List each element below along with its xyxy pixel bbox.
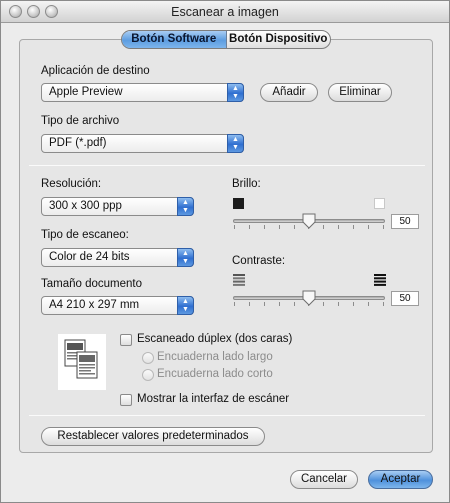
light-square-icon (374, 198, 385, 209)
resolution-select[interactable]: 300 x 300 ppp ▲ ▼ (41, 197, 194, 216)
popup-arrows-icon: ▲ ▼ (177, 296, 194, 315)
file-type-value: PDF (*.pdf) (49, 137, 107, 149)
title-bar: Escanear a imagen (1, 1, 449, 23)
add-button[interactable]: Añadir (260, 83, 318, 102)
short-edge-label: Encuaderna lado corto (157, 368, 273, 380)
popup-arrows-icon: ▲ ▼ (227, 134, 244, 153)
brightness-label: Brillo: (232, 178, 261, 190)
scan-type-select[interactable]: Color de 24 bits ▲ ▼ (41, 248, 194, 267)
scan-type-label: Tipo de escaneo: (41, 229, 129, 241)
contrast-label: Contraste: (232, 255, 286, 267)
resolution-label: Resolución: (41, 178, 102, 190)
duplex-label: Escaneado dúplex (dos caras) (137, 333, 293, 345)
window-title: Escanear a imagen (171, 5, 279, 19)
file-type-select[interactable]: PDF (*.pdf) ▲ ▼ (41, 134, 244, 153)
brightness-slider-thumb[interactable] (302, 213, 316, 229)
popup-arrows-icon: ▲ ▼ (177, 248, 194, 267)
contrast-value-field[interactable]: 50 (391, 291, 419, 306)
reset-defaults-button[interactable]: Restablecer valores predeterminados (41, 427, 265, 446)
show-interface-label: Mostrar la interfaz de escáner (137, 393, 290, 405)
show-interface-checkbox[interactable] (120, 394, 132, 406)
scan-type-value: Color de 24 bits (49, 251, 130, 263)
popup-arrows-icon: ▲ ▼ (177, 197, 194, 216)
high-contrast-icon (374, 274, 386, 286)
tab-software-button[interactable]: Botón Software (122, 31, 227, 48)
document-size-select[interactable]: A4 210 x 297 mm ▲ ▼ (41, 296, 194, 315)
long-edge-radio[interactable] (142, 352, 154, 364)
brightness-value-field[interactable]: 50 (391, 214, 419, 229)
section-divider (29, 415, 425, 416)
tab-device-button[interactable]: Botón Dispositivo (227, 31, 331, 48)
popup-arrows-icon: ▲ ▼ (227, 83, 244, 102)
document-size-label: Tamaño documento (41, 278, 143, 290)
destination-label: Aplicación de destino (41, 65, 150, 77)
duplex-thumbnail-image (58, 334, 106, 390)
long-edge-label: Encuaderna lado largo (157, 351, 273, 363)
tab-bar: Botón Software Botón Dispositivo (121, 30, 331, 49)
document-size-value: A4 210 x 297 mm (49, 299, 140, 311)
duplex-checkbox[interactable] (120, 334, 132, 346)
low-contrast-icon (233, 274, 245, 286)
accept-button[interactable]: Aceptar (368, 470, 433, 489)
file-type-label: Tipo de archivo (41, 115, 120, 127)
section-divider (29, 165, 425, 166)
remove-button[interactable]: Eliminar (328, 83, 392, 102)
destination-value: Apple Preview (49, 86, 123, 98)
short-edge-radio[interactable] (142, 369, 154, 381)
contrast-slider-thumb[interactable] (302, 290, 316, 306)
destination-select[interactable]: Apple Preview ▲ ▼ (41, 83, 244, 102)
resolution-value: 300 x 300 ppp (49, 200, 122, 212)
cancel-button[interactable]: Cancelar (290, 470, 358, 489)
dark-square-icon (233, 198, 244, 209)
scan-to-image-window: Escanear a imagen Botón Software Botón D… (0, 0, 450, 503)
